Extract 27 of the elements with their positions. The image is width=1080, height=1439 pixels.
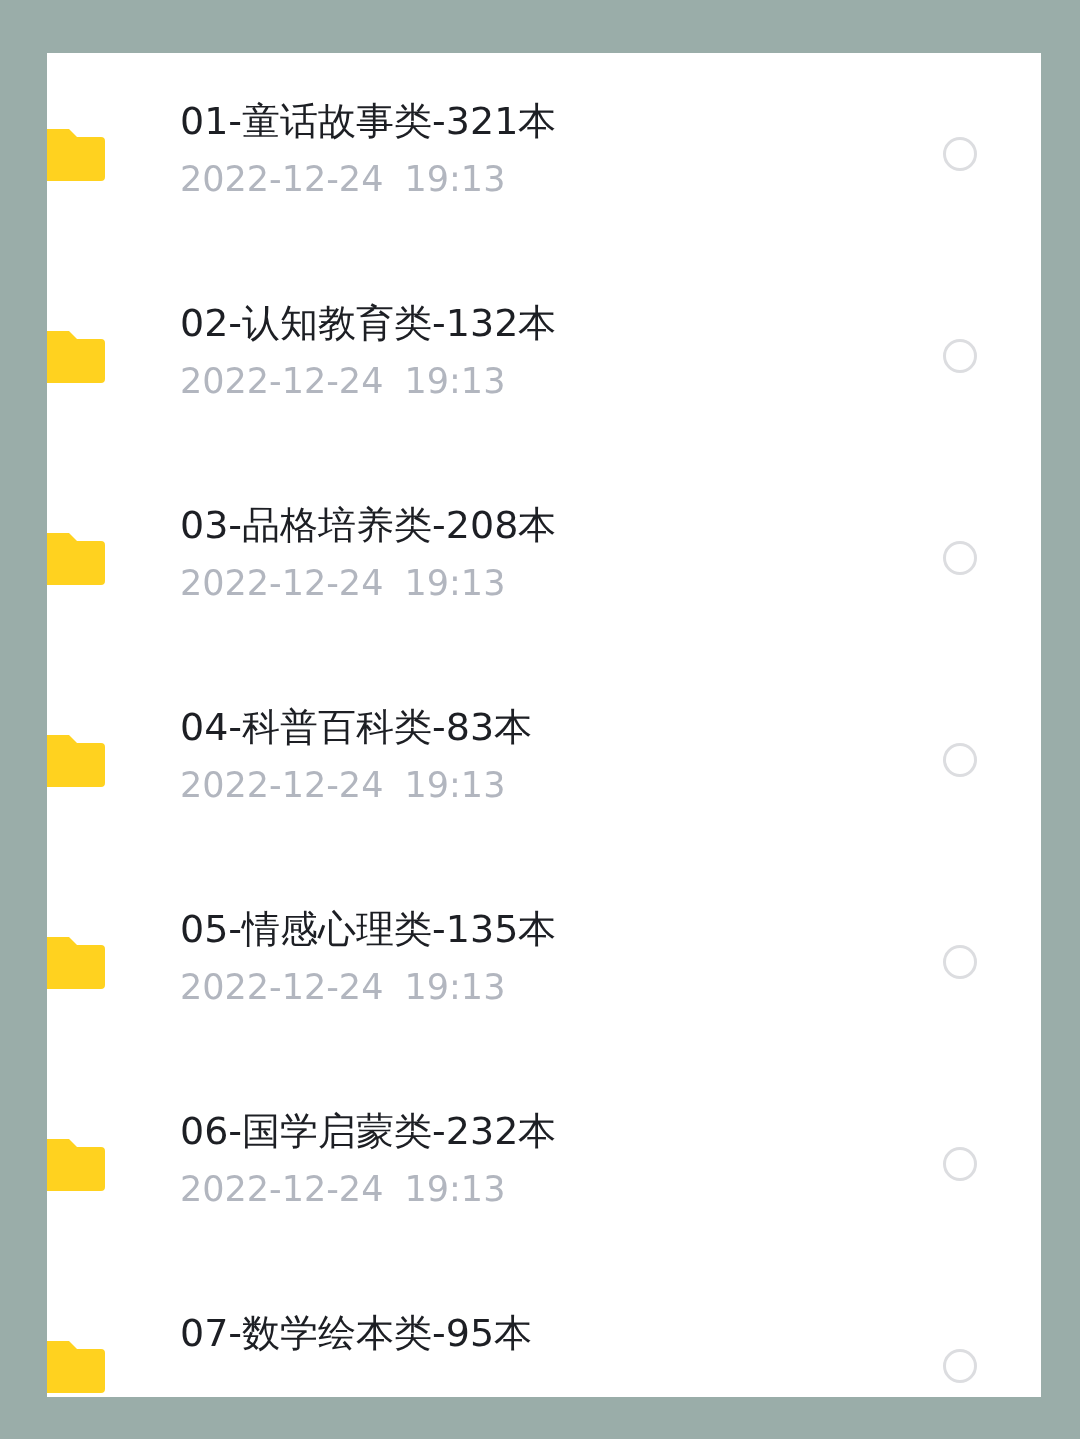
folder-icon: [47, 1339, 105, 1393]
modified-date: 2022-12-24 19:13: [180, 360, 507, 402]
modified-date: 2022-12-24 19:13: [180, 966, 507, 1008]
select-circle[interactable]: [943, 339, 977, 373]
select-circle[interactable]: [943, 137, 977, 171]
select-circle[interactable]: [943, 743, 977, 777]
folder-icon: [47, 733, 105, 787]
select-circle[interactable]: [943, 1147, 977, 1181]
modified-date: 2022-12-24 19:13: [180, 764, 507, 806]
folder-icon: [47, 1137, 105, 1191]
folder-name: 05-情感心理类-135本: [180, 906, 558, 952]
modified-date: 2022-12-24 19:13: [180, 1168, 507, 1210]
folder-name: 03-品格培养类-208本: [180, 502, 558, 548]
select-circle[interactable]: [943, 541, 977, 575]
folder-name: 04-科普百科类-83本: [180, 704, 534, 750]
folder-name: 06-国学启蒙类-232本: [180, 1108, 558, 1154]
folder-icon: [47, 531, 105, 585]
folder-icon: [47, 935, 105, 989]
select-circle[interactable]: [943, 1349, 977, 1383]
folder-icon: [47, 329, 105, 383]
select-circle[interactable]: [943, 945, 977, 979]
folder-name: 01-童话故事类-321本: [180, 98, 558, 144]
folder-icon: [47, 127, 105, 181]
folder-name: 07-数学绘本类-95本: [180, 1310, 534, 1356]
modified-date: 2022-12-24 19:13: [180, 158, 507, 200]
folder-name: 02-认知教育类-132本: [180, 300, 558, 346]
modified-date: 2022-12-24 19:13: [180, 562, 507, 604]
